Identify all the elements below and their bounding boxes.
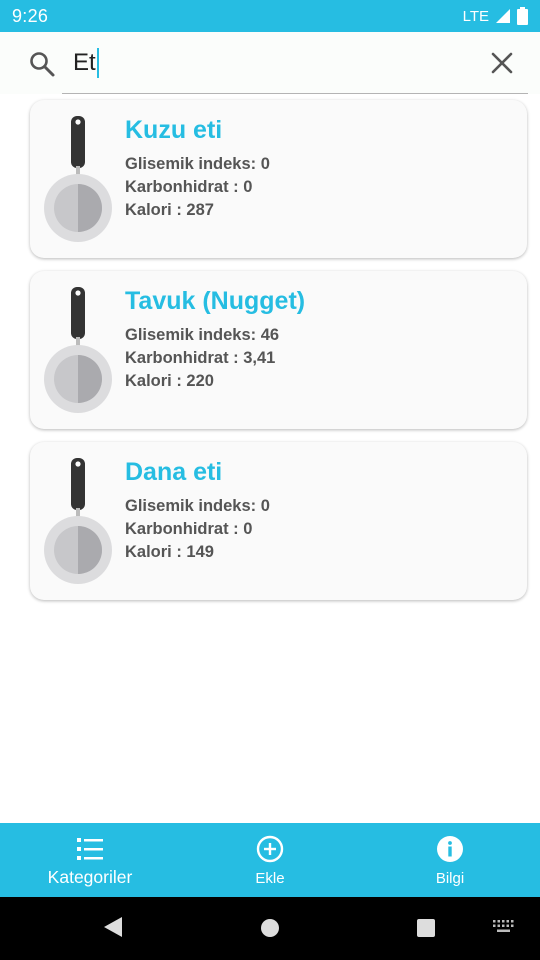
results-list: Kuzu eti Glisemik indeks: 0 Karbonhidrat… <box>30 100 527 613</box>
frying-pan-icon <box>44 287 114 415</box>
result-card[interactable]: Dana eti Glisemik indeks: 0 Karbonhidrat… <box>30 442 527 600</box>
battery-icon <box>517 7 528 25</box>
keyboard-icon[interactable] <box>492 919 516 940</box>
search-icon[interactable] <box>28 50 56 78</box>
search-input[interactable]: Et <box>62 32 528 94</box>
card-title: Dana eti <box>125 458 223 486</box>
back-icon[interactable] <box>102 915 124 944</box>
signal-icon <box>495 8 511 24</box>
nav-label: Ekle <box>255 870 285 887</box>
status-icons: LTE <box>463 7 528 25</box>
frying-pan-icon <box>44 116 114 244</box>
glycemic-index: Glisemik indeks: 46 <box>125 326 280 344</box>
search-query-text: Et <box>73 49 96 76</box>
status-bar: 9:26 LTE <box>0 0 540 32</box>
result-card[interactable]: Kuzu eti Glisemik indeks: 0 Karbonhidrat… <box>30 100 527 258</box>
nav-item-kategoriler[interactable]: Kategoriler <box>0 823 180 897</box>
calories: Kalori : 149 <box>125 543 214 561</box>
calories: Kalori : 220 <box>125 372 214 390</box>
search-query[interactable]: Et <box>73 48 99 78</box>
frying-pan-icon <box>44 458 114 586</box>
nav-item-ekle[interactable]: Ekle <box>180 823 360 897</box>
add-circle-icon <box>256 835 284 863</box>
glycemic-index: Glisemik indeks: 0 <box>125 497 270 515</box>
carbohydrate: Karbonhidrat : 3,41 <box>125 349 276 367</box>
recent-apps-icon[interactable] <box>416 918 436 943</box>
search-bar: Et <box>0 32 540 94</box>
card-title: Kuzu eti <box>125 116 223 144</box>
calories: Kalori : 287 <box>125 201 214 219</box>
text-cursor <box>96 48 99 78</box>
nav-item-bilgi[interactable]: Bilgi <box>360 823 540 897</box>
system-navigation-bar <box>0 897 540 960</box>
status-time: 9:26 <box>12 5 49 26</box>
home-icon[interactable] <box>260 918 280 943</box>
info-icon <box>436 835 464 863</box>
carbohydrate: Karbonhidrat : 0 <box>125 178 253 196</box>
bottom-navigation: Kategoriler Ekle Bilgi <box>0 823 540 897</box>
result-card[interactable]: Tavuk (Nugget) Glisemik indeks: 46 Karbo… <box>30 271 527 429</box>
list-icon <box>76 835 104 863</box>
nav-label: Bilgi <box>435 870 465 887</box>
network-type: LTE <box>462 7 489 25</box>
close-icon[interactable] <box>490 51 514 75</box>
glycemic-index: Glisemik indeks: 0 <box>125 155 270 173</box>
card-title: Tavuk (Nugget) <box>125 287 306 315</box>
carbohydrate: Karbonhidrat : 0 <box>125 520 253 538</box>
nav-label: Kategoriler <box>47 867 133 887</box>
